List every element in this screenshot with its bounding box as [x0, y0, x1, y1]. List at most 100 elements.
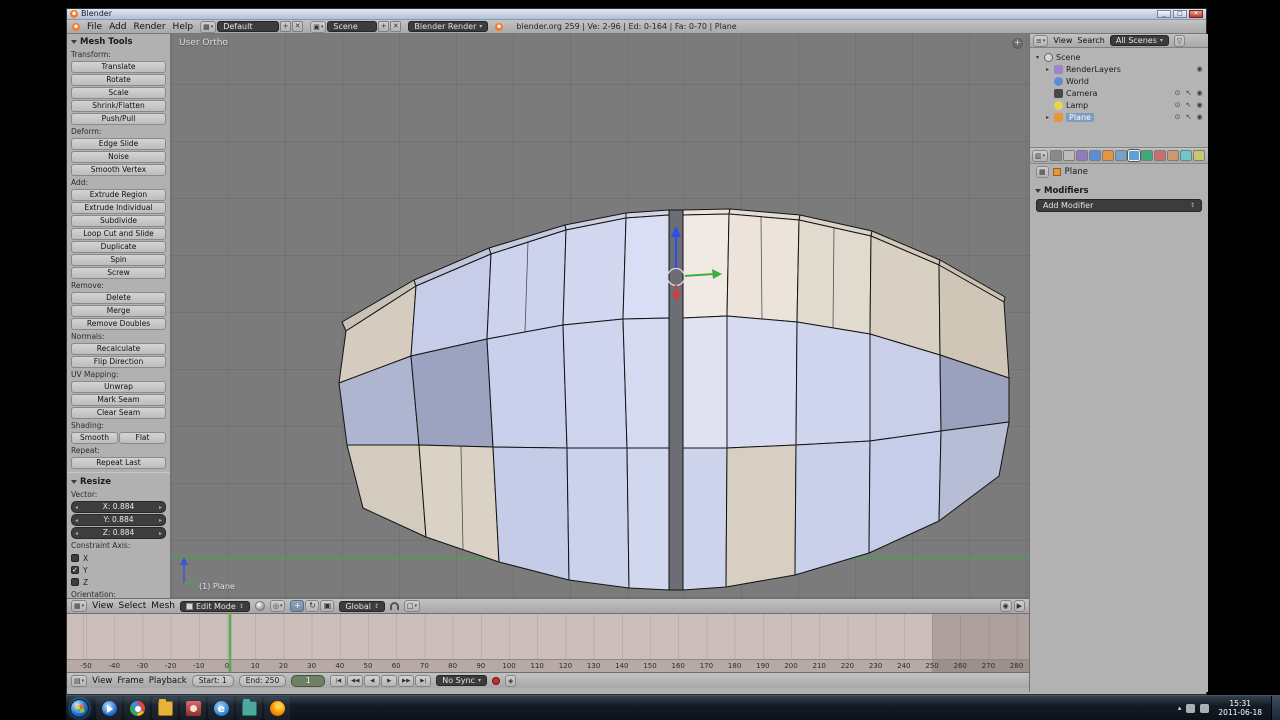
menu-file[interactable]: File	[87, 22, 102, 32]
keying-set-icon[interactable]: ◈	[504, 674, 517, 687]
play-reverse-button[interactable]: ◀	[364, 674, 381, 687]
display-filter-dropdown[interactable]: All Scenes ▾	[1109, 35, 1169, 46]
menu-help[interactable]: Help	[173, 22, 194, 32]
show-hidden-icons-button[interactable]: ▴	[1178, 704, 1182, 712]
checkbox-x[interactable]	[71, 554, 79, 562]
toggle-cursor-icon[interactable]: ↖	[1184, 89, 1193, 97]
tool-button-duplicate[interactable]: Duplicate	[71, 241, 166, 253]
tab-data[interactable]	[1141, 150, 1154, 161]
tool-button-extrude-individual[interactable]: Extrude Individual	[71, 202, 166, 214]
menu-search[interactable]: Search	[1077, 36, 1104, 45]
increment-arrow-icon[interactable]: ▸	[159, 504, 162, 511]
browse-scene-icon[interactable]: ▣ ▾	[310, 20, 327, 33]
menu-mesh[interactable]: Mesh	[151, 601, 175, 611]
editor-type-properties-icon[interactable]: ▥ ▾	[1032, 149, 1049, 162]
timeline-strip[interactable]	[67, 613, 1029, 659]
tab-physics[interactable]	[1193, 150, 1206, 161]
region-expand-icon[interactable]: +	[1012, 38, 1023, 49]
tab-constraints[interactable]	[1115, 150, 1128, 161]
tab-modifiers[interactable]	[1128, 150, 1141, 161]
translate-manipulator-button[interactable]: +	[290, 600, 305, 612]
blender-menu-icon[interactable]	[72, 22, 80, 31]
snap-element-dropdown[interactable]: □ ▾	[404, 600, 421, 612]
opengl-render-anim-icon[interactable]: ▶	[1013, 600, 1025, 612]
vector-field-z[interactable]: ◂ Z: 0.884 ▸	[71, 527, 166, 539]
expander-icon[interactable]: ▸	[1044, 66, 1051, 73]
end-frame-field[interactable]: End: 250	[238, 674, 287, 687]
mode-dropdown[interactable]: Edit Mode ↕	[179, 600, 250, 612]
rotate-manipulator-button[interactable]: ↻	[305, 600, 320, 612]
toggle-camera-icon[interactable]: ◉	[1195, 113, 1204, 121]
outliner-row-scene[interactable]: ▾ Scene	[1030, 51, 1208, 63]
scene-field[interactable]: Scene	[327, 21, 378, 32]
outliner-row-world[interactable]: World	[1030, 75, 1208, 87]
transform-orientation-dropdown[interactable]: Global ↕	[339, 600, 386, 612]
menu-render[interactable]: Render	[134, 22, 166, 32]
toggle-camera-icon[interactable]: ◉	[1195, 89, 1204, 97]
taskbar-app-google-chrome[interactable]	[124, 696, 150, 720]
tool-button-clear-seam[interactable]: Clear Seam	[71, 407, 166, 419]
toggle-cursor-icon[interactable]: ↖	[1184, 101, 1193, 109]
taskbar-app-folder[interactable]	[236, 696, 262, 720]
tool-button-merge[interactable]: Merge	[71, 305, 166, 317]
delete-layout-button[interactable]: ✕	[292, 21, 304, 32]
outliner-row-renderlayers[interactable]: ▸ RenderLayers ◉	[1030, 63, 1208, 75]
editor-type-timeline-icon[interactable]: ▤ ▾	[71, 674, 88, 687]
pivot-point-dropdown[interactable]: ◎ ▾	[269, 600, 286, 612]
tool-button-extrude-region[interactable]: Extrude Region	[71, 189, 166, 201]
tool-button-remove-doubles[interactable]: Remove Doubles	[71, 318, 166, 330]
tool-button-scale[interactable]: Scale	[71, 87, 166, 99]
menu-select[interactable]: Select	[119, 601, 147, 611]
toggle-camera-icon[interactable]: ◉	[1195, 101, 1204, 109]
tool-button-smooth-vertex[interactable]: Smooth Vertex	[71, 164, 166, 176]
toggle-eye-icon[interactable]: ⊙	[1173, 113, 1182, 121]
tab-render[interactable]	[1050, 150, 1063, 161]
scale-manipulator-button[interactable]: ▣	[320, 600, 335, 612]
filter-funnel-icon[interactable]: ▽	[1173, 34, 1186, 47]
tool-button-noise[interactable]: Noise	[71, 151, 166, 163]
timeline-ruler[interactable]: -50 -40 -30 -20 -10 0 10 20 30 40 50 60 70 80 90 100 110…	[67, 659, 1029, 672]
tool-button-translate[interactable]: Translate	[71, 61, 166, 73]
modifiers-panel-header[interactable]: Modifiers	[1030, 184, 1208, 197]
previous-keyframe-button[interactable]: ◀◀	[347, 674, 364, 687]
taskbar-app-file-explorer[interactable]	[152, 696, 178, 720]
menu-view[interactable]: View	[92, 676, 112, 686]
delete-scene-button[interactable]: ✕	[390, 21, 402, 32]
expander-icon[interactable]: ▾	[1034, 54, 1041, 61]
taskbar-app-windows-media-player[interactable]	[96, 696, 122, 720]
expander-icon[interactable]: ▸	[1044, 114, 1051, 121]
tool-button-flip-direction[interactable]: Flip Direction	[71, 356, 166, 368]
toggle-camera-icon[interactable]: ◉	[1195, 65, 1204, 73]
tool-button-shrink-flatten[interactable]: Shrink/Flatten	[71, 100, 166, 112]
mesh-left-half[interactable]	[338, 209, 670, 591]
play-button[interactable]: ▶	[381, 674, 398, 687]
jump-to-end-button[interactable]: ▶|	[415, 674, 432, 687]
editor-type-outliner-icon[interactable]: ≡ ▾	[1033, 34, 1049, 47]
menu-add[interactable]: Add	[109, 22, 126, 32]
start-frame-field[interactable]: Start: 1	[191, 674, 234, 687]
viewport-shading-dropdown[interactable]	[254, 601, 265, 611]
tab-object[interactable]	[1102, 150, 1115, 161]
sync-dropdown[interactable]: No Sync ▾	[436, 675, 487, 686]
tool-button-smooth[interactable]: Smooth	[71, 432, 118, 444]
record-button[interactable]	[491, 676, 500, 685]
add-modifier-dropdown[interactable]: Add Modifier ↕	[1036, 199, 1202, 212]
start-button[interactable]	[70, 698, 89, 718]
tool-button-repeat-last[interactable]: Repeat Last	[71, 457, 166, 469]
editor-type-3dview-icon[interactable]: ▦ ▾	[71, 600, 88, 612]
snap-toggle-magnet-icon[interactable]	[390, 602, 400, 610]
volume-icon[interactable]	[1200, 703, 1210, 713]
tab-particles[interactable]	[1180, 150, 1193, 161]
toggle-eye-icon[interactable]: ⊙	[1173, 101, 1182, 109]
tool-button-recalculate[interactable]: Recalculate	[71, 343, 166, 355]
taskbar-app-internet-explorer[interactable]	[208, 696, 234, 720]
tab-material[interactable]	[1154, 150, 1167, 161]
tool-button-flat[interactable]: Flat	[119, 432, 166, 444]
tool-button-rotate[interactable]: Rotate	[71, 74, 166, 86]
viewport-canvas[interactable]	[171, 34, 1029, 598]
add-scene-button[interactable]: +	[378, 21, 390, 32]
tool-button-push-pull[interactable]: Push/Pull	[71, 113, 166, 125]
tool-button-screw[interactable]: Screw	[71, 267, 166, 279]
vector-field-x[interactable]: ◂ X: 0.884 ▸	[71, 501, 166, 513]
increment-arrow-icon[interactable]: ▸	[159, 517, 162, 524]
